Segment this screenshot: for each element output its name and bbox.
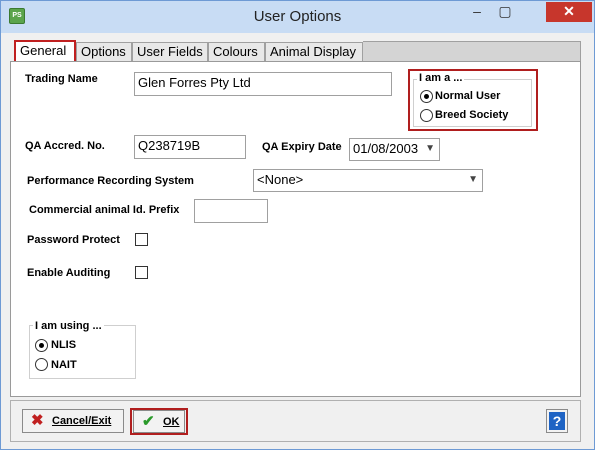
- ok-label: OK: [163, 416, 180, 428]
- prefix-label: Commercial animal Id. Prefix: [29, 204, 180, 216]
- tab-colours[interactable]: Colours: [208, 42, 265, 62]
- enable-auditing-checkbox[interactable]: [135, 266, 148, 279]
- nlis-radio[interactable]: [35, 339, 48, 352]
- close-icon[interactable]: ✕: [546, 2, 592, 22]
- trading-name-label: Trading Name: [25, 73, 98, 85]
- tab-strip-background: [363, 41, 581, 62]
- trading-name-field[interactable]: Glen Forres Pty Ltd: [134, 72, 392, 96]
- cancel-exit-button[interactable]: ✖ Cancel/Exit: [22, 409, 124, 433]
- qa-accred-field[interactable]: Q238719B: [134, 135, 246, 159]
- tab-animal-display[interactable]: Animal Display: [265, 42, 363, 62]
- breed-society-label: Breed Society: [435, 109, 509, 121]
- password-protect-label: Password Protect: [27, 234, 120, 246]
- cancel-exit-label: Cancel/Exit: [52, 415, 112, 427]
- tab-user-fields[interactable]: User Fields: [132, 42, 208, 62]
- iusing-group: [29, 325, 136, 379]
- iam-group-title: I am a ...: [417, 72, 465, 84]
- chevron-down-icon[interactable]: ▼: [468, 170, 478, 190]
- nlis-label: NLIS: [51, 339, 77, 351]
- nait-label: NAIT: [51, 359, 77, 371]
- chevron-down-icon[interactable]: ▼: [425, 139, 435, 159]
- perf-recording-value: <None>: [257, 172, 304, 187]
- help-button[interactable]: ?: [546, 409, 568, 433]
- user-options-window: PS User Options – ▢ ✕ General Options Us…: [0, 0, 595, 450]
- password-protect-checkbox[interactable]: [135, 233, 148, 246]
- maximize-icon[interactable]: ▢: [491, 2, 519, 22]
- title-bar: PS User Options – ▢ ✕: [1, 1, 594, 33]
- qa-expiry-picker[interactable]: 01/08/2003 ▼: [349, 138, 440, 161]
- perf-recording-select[interactable]: <None> ▼: [253, 169, 483, 192]
- qa-accred-label: QA Accred. No.: [25, 140, 105, 152]
- tab-options[interactable]: Options: [76, 42, 132, 62]
- qa-expiry-value: 01/08/2003: [353, 141, 419, 156]
- enable-auditing-label: Enable Auditing: [27, 267, 111, 279]
- normal-user-label: Normal User: [435, 90, 501, 102]
- tab-general[interactable]: General: [14, 40, 76, 63]
- minimize-icon[interactable]: –: [463, 2, 491, 22]
- help-icon: ?: [549, 412, 565, 430]
- normal-user-radio[interactable]: [420, 90, 433, 103]
- nait-radio[interactable]: [35, 358, 48, 371]
- perf-recording-label: Performance Recording System: [27, 175, 194, 187]
- iusing-group-title: I am using ...: [33, 320, 104, 332]
- prefix-field[interactable]: [194, 199, 268, 223]
- breed-society-radio[interactable]: [420, 109, 433, 122]
- qa-expiry-label: QA Expiry Date: [262, 141, 342, 153]
- checkmark-icon: ✔: [142, 413, 155, 430]
- cross-icon: ✖: [31, 412, 44, 429]
- ok-button[interactable]: ✔ OK: [133, 410, 185, 433]
